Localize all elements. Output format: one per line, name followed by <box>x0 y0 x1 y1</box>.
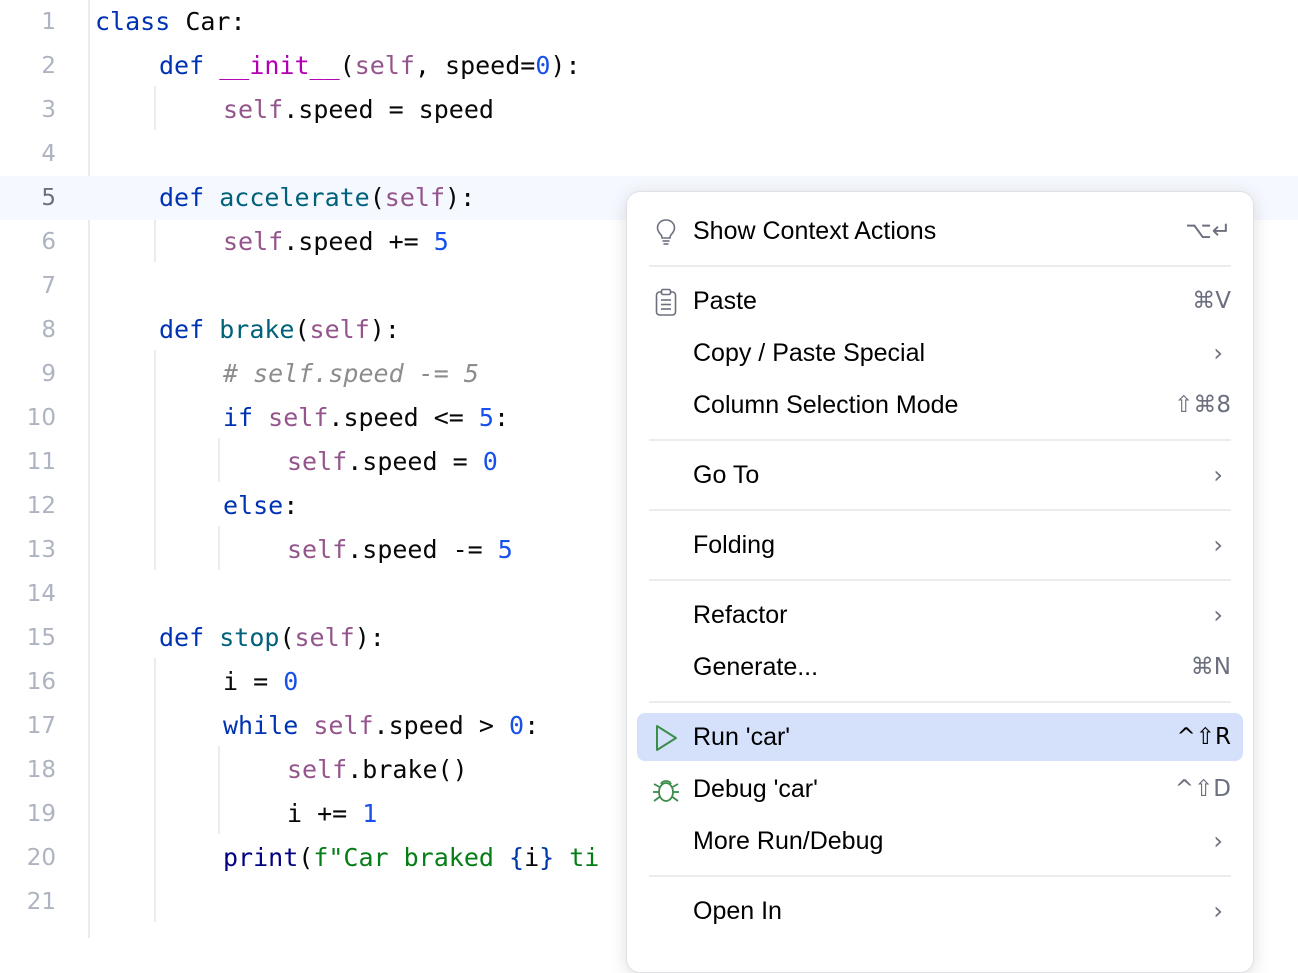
shortcut-label: ⌘V <box>1192 288 1231 314</box>
line-number: 17 <box>26 713 56 739</box>
line-number: 14 <box>26 581 56 607</box>
run-icon <box>651 723 681 753</box>
line-number: 5 <box>41 185 56 211</box>
menu-item-copy-paste-special[interactable]: Copy / Paste Special › <box>637 329 1243 377</box>
code-text: if self.speed <= 5: <box>223 403 510 432</box>
menu-item-label: Refactor <box>693 601 788 629</box>
menu-separator <box>649 509 1231 511</box>
menu-item-refactor[interactable]: Refactor › <box>637 591 1243 639</box>
menu-item-generate[interactable]: Generate... ⌘N <box>637 643 1243 691</box>
line-number: 6 <box>41 229 56 255</box>
menu-item-label: Copy / Paste Special <box>693 339 926 367</box>
shortcut-label: ⇧⌘8 <box>1174 392 1231 418</box>
menu-item-label: Column Selection Mode <box>693 391 959 419</box>
line-number: 20 <box>26 845 56 871</box>
line-number: 11 <box>26 449 56 475</box>
line-number: 13 <box>26 537 56 563</box>
menu-item-run[interactable]: Run 'car' ^⇧R <box>637 713 1243 761</box>
menu-item-go-to[interactable]: Go To › <box>637 451 1243 499</box>
line-number: 15 <box>26 625 56 651</box>
line-number: 18 <box>26 757 56 783</box>
shortcut-label: ^⇧D <box>1174 776 1231 802</box>
code-text: class Car: <box>95 7 246 36</box>
menu-item-label: Show Context Actions <box>693 217 937 245</box>
chevron-right-icon: › <box>1213 827 1223 855</box>
lightbulb-icon <box>651 217 681 247</box>
menu-item-label: Go To <box>693 461 760 489</box>
chevron-right-icon: › <box>1213 339 1223 367</box>
code-text: def stop(self): <box>159 623 385 652</box>
code-text: self.speed += 5 <box>223 227 449 256</box>
line-number: 3 <box>41 97 56 123</box>
menu-item-show-context-actions[interactable]: Show Context Actions ⌥↵ <box>637 207 1243 255</box>
debug-bug-icon <box>651 775 681 805</box>
menu-item-label: More Run/Debug <box>693 827 884 855</box>
menu-separator <box>649 265 1231 267</box>
menu-separator <box>649 439 1231 441</box>
menu-item-label: Run 'car' <box>693 723 791 751</box>
menu-item-column-selection-mode[interactable]: Column Selection Mode ⇧⌘8 <box>637 381 1243 429</box>
menu-item-label: Open In <box>693 897 782 925</box>
code-text: i += 1 <box>287 799 378 828</box>
context-menu: Show Context Actions ⌥↵ Paste ⌘V Copy / … <box>626 191 1254 973</box>
code-line[interactable]: 1 class Car: <box>0 0 1298 44</box>
chevron-right-icon: › <box>1213 601 1223 629</box>
menu-separator <box>649 875 1231 877</box>
menu-item-folding[interactable]: Folding › <box>637 521 1243 569</box>
code-line[interactable]: 3 self.speed = speed <box>0 88 1298 132</box>
code-text: def brake(self): <box>159 315 400 344</box>
line-number: 9 <box>41 361 56 387</box>
code-text: self.speed -= 5 <box>287 535 513 564</box>
code-text: i = 0 <box>223 667 299 696</box>
code-text: print(f"Car braked {i} ti <box>223 843 600 872</box>
line-number: 1 <box>41 9 56 35</box>
code-comment: # self.speed -= 5 <box>223 359 479 388</box>
line-number: 16 <box>26 669 56 695</box>
code-text: self.speed = 0 <box>287 447 498 476</box>
code-text: self.speed = speed <box>223 95 494 124</box>
shortcut-label: ⌥↵ <box>1185 218 1231 244</box>
menu-item-open-in[interactable]: Open In › <box>637 887 1243 935</box>
shortcut-label: ^⇧R <box>1176 724 1231 750</box>
menu-separator <box>649 701 1231 703</box>
line-number: 10 <box>26 405 56 431</box>
code-text: def accelerate(self): <box>159 183 476 212</box>
code-line[interactable]: 2 def __init__(self, speed=0): <box>0 44 1298 88</box>
line-number: 12 <box>26 493 56 519</box>
code-text: else: <box>223 491 299 520</box>
menu-item-debug[interactable]: Debug 'car' ^⇧D <box>637 765 1243 813</box>
code-text: self.brake() <box>287 755 468 784</box>
menu-item-label: Debug 'car' <box>693 775 818 803</box>
chevron-right-icon: › <box>1213 531 1223 559</box>
code-text: while self.speed > 0: <box>223 711 540 740</box>
menu-item-label: Paste <box>693 287 757 315</box>
code-text: def __init__(self, speed=0): <box>159 51 581 80</box>
code-line[interactable]: 4 <box>0 132 1298 176</box>
chevron-right-icon: › <box>1213 897 1223 925</box>
clipboard-icon <box>651 287 681 317</box>
chevron-right-icon: › <box>1213 461 1223 489</box>
menu-item-more-run-debug[interactable]: More Run/Debug › <box>637 817 1243 865</box>
line-number: 2 <box>41 53 56 79</box>
shortcut-label: ⌘N <box>1190 654 1231 680</box>
menu-separator <box>649 579 1231 581</box>
menu-item-label: Folding <box>693 531 775 559</box>
line-number: 8 <box>41 317 56 343</box>
line-number: 19 <box>26 801 56 827</box>
line-number: 4 <box>41 141 56 167</box>
line-number: 7 <box>41 273 56 299</box>
menu-item-paste[interactable]: Paste ⌘V <box>637 277 1243 325</box>
menu-item-label: Generate... <box>693 653 819 681</box>
line-number: 21 <box>26 889 56 915</box>
